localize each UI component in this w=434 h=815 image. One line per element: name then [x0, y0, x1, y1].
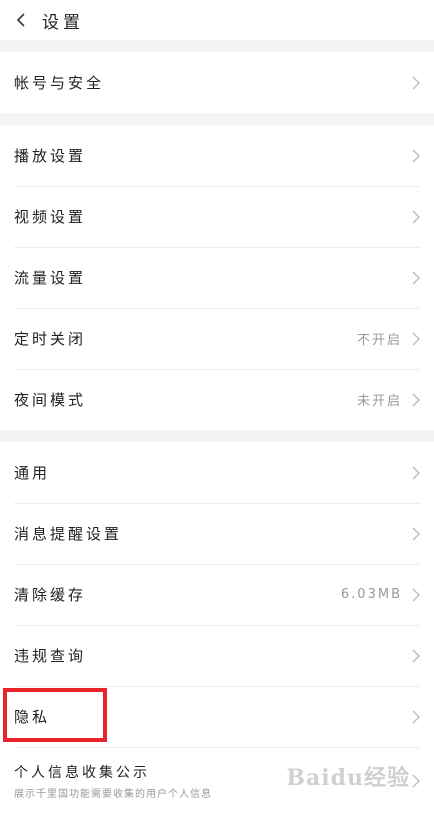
row-label: 消息提醒设置: [14, 525, 123, 543]
back-arrow-icon[interactable]: [4, 0, 38, 40]
row-label: 隐私: [14, 708, 51, 726]
settings-row-account-security[interactable]: 帐号与安全: [0, 52, 434, 113]
row-label: 视频设置: [14, 208, 87, 226]
settings-row-data-usage[interactable]: 流量设置: [0, 247, 434, 308]
chevron-right-icon: [410, 647, 422, 665]
row-label: 夜间模式: [14, 391, 87, 409]
chevron-right-icon: [410, 74, 422, 92]
row-subtitle: 展示千里国功能需要收集的用户个人信息: [14, 789, 212, 800]
chevron-right-icon: [410, 464, 422, 482]
row-label: 个人信息收集公示: [14, 765, 150, 781]
chevron-right-icon: [410, 208, 422, 226]
chevron-right-icon: [410, 147, 422, 165]
row-value: 未开启: [356, 394, 402, 409]
row-label: 播放设置: [14, 147, 87, 165]
row-label: 通用: [14, 464, 51, 482]
settings-row-night-mode[interactable]: 夜间模式 未开启: [0, 369, 434, 430]
section-divider: [0, 113, 434, 125]
settings-group-playback: 播放设置 视频设置 流量设置 定时关闭 不开启 夜间模式 未开启: [0, 125, 434, 430]
settings-row-clear-cache[interactable]: 清除缓存 6.03MB: [0, 564, 434, 625]
chevron-right-icon: [410, 525, 422, 543]
settings-row-violation-query[interactable]: 违规查询: [0, 625, 434, 686]
row-label: 流量设置: [14, 269, 87, 287]
section-divider: [0, 40, 434, 52]
settings-row-notifications[interactable]: 消息提醒设置: [0, 503, 434, 564]
chevron-right-icon: [410, 708, 422, 726]
settings-row-sleep-timer[interactable]: 定时关闭 不开启: [0, 308, 434, 369]
settings-row-privacy[interactable]: 隐私: [0, 686, 434, 747]
row-label: 清除缓存: [14, 586, 87, 604]
settings-row-general[interactable]: 通用: [0, 442, 434, 503]
settings-row-playback[interactable]: 播放设置: [0, 125, 434, 186]
row-label: 定时关闭: [14, 330, 87, 348]
section-divider: [0, 430, 434, 442]
chevron-right-icon: [410, 330, 422, 348]
settings-row-video[interactable]: 视频设置: [0, 186, 434, 247]
row-value: 不开启: [356, 333, 402, 348]
cache-size-value: 6.03MB: [340, 587, 402, 602]
row-label: 违规查询: [14, 647, 87, 665]
page-title: 设置: [42, 12, 84, 33]
row-label: 帐号与安全: [14, 74, 105, 92]
chevron-right-icon: [410, 586, 422, 604]
chevron-right-icon: [410, 269, 422, 287]
baidu-watermark: Baidu经验: [286, 765, 410, 791]
chevron-right-icon: [410, 391, 422, 409]
chevron-right-icon: [410, 772, 422, 790]
settings-group-account: 帐号与安全: [0, 52, 434, 113]
top-bar: 设置: [0, 0, 434, 40]
